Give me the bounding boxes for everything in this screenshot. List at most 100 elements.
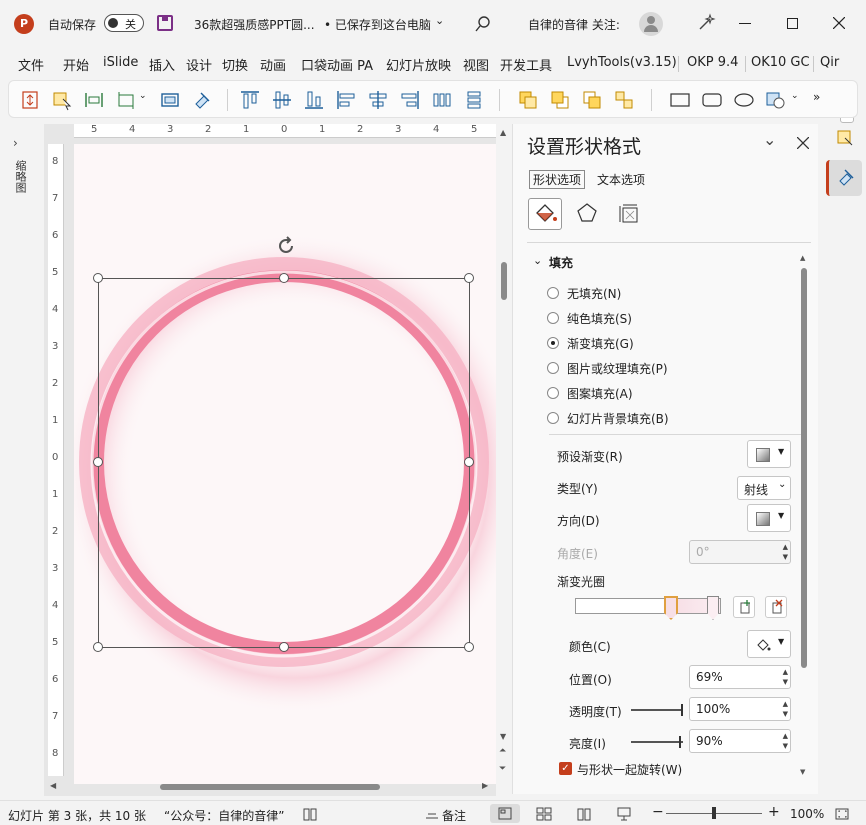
oval-shape-icon[interactable]: [733, 89, 755, 111]
resize-handle[interactable]: [93, 457, 103, 467]
size-properties-icon[interactable]: [617, 202, 641, 226]
effects-pentagon-icon[interactable]: [576, 202, 598, 224]
scrollbar-right-icon[interactable]: ▶: [482, 781, 488, 790]
designer-wand-icon[interactable]: [696, 13, 716, 33]
minimize-icon[interactable]: [739, 23, 751, 24]
spinner-icon[interactable]: ▲ ▼: [783, 731, 788, 751]
preset-gradient-dropdown[interactable]: ▼: [747, 440, 791, 468]
search-icon[interactable]: [474, 15, 492, 33]
chevron-down-icon[interactable]: ⌄: [139, 91, 147, 101]
tab-islide[interactable]: iSlide: [103, 55, 138, 70]
autosave-toggle[interactable]: 关: [104, 14, 144, 32]
option-gradient-fill[interactable]: 渐变填充(G): [567, 335, 634, 352]
tab-lvyhtools[interactable]: LvyhTools(v3.15): [567, 55, 677, 70]
option-no-fill[interactable]: 无填充(N): [567, 285, 621, 302]
option-solid-fill[interactable]: 纯色填充(S): [567, 310, 632, 327]
gradient-type-select[interactable]: 射线 ⌄: [737, 476, 791, 500]
accessibility-book-icon[interactable]: [302, 806, 318, 822]
bring-forward-icon[interactable]: [517, 89, 539, 111]
slider-thumb[interactable]: [679, 736, 681, 748]
slideshow-icon[interactable]: [616, 806, 632, 822]
scrollbar-up-icon[interactable]: ▲: [800, 254, 805, 262]
text-box-icon[interactable]: [19, 89, 41, 111]
group-icon[interactable]: [613, 89, 635, 111]
tab-developer[interactable]: 开发工具: [500, 55, 552, 74]
gradient-stop-handle[interactable]: [664, 596, 678, 620]
pane-scrollbar[interactable]: ▲ ▼: [799, 254, 809, 778]
radio-solid-fill[interactable]: [547, 312, 559, 324]
align-center-icon[interactable]: [367, 89, 389, 111]
scrollbar-down-icon[interactable]: ▼: [500, 732, 506, 741]
tab-ok10[interactable]: OK10 GC: [751, 55, 810, 70]
section-fill-title[interactable]: 填充: [549, 254, 573, 271]
maximize-icon[interactable]: [787, 18, 798, 29]
option-background-fill[interactable]: 幻灯片背景填充(B): [567, 410, 669, 427]
rotate-with-shape-checkbox[interactable]: ✓: [559, 762, 572, 775]
tab-pocket-animation[interactable]: 口袋动画 PA: [301, 55, 373, 74]
resize-handle[interactable]: [464, 642, 474, 652]
tab-insert[interactable]: 插入: [149, 55, 175, 74]
radio-picture-fill[interactable]: [547, 362, 559, 374]
selection-pane-icon[interactable]: [835, 128, 855, 148]
tab-design[interactable]: 设计: [186, 55, 212, 74]
tab-okp[interactable]: OKP 9.4: [687, 55, 738, 70]
slider-thumb[interactable]: [681, 704, 683, 716]
zoom-out-icon[interactable]: −: [652, 804, 664, 820]
scrollbar-thumb[interactable]: [801, 268, 807, 668]
scrollbar-left-icon[interactable]: ◀: [50, 781, 56, 790]
scrollbar-up-icon[interactable]: ▲: [500, 128, 506, 137]
tab-animations[interactable]: 动画: [260, 55, 286, 74]
tab-file[interactable]: 文件: [18, 55, 44, 74]
rotate-handle-icon[interactable]: [274, 234, 298, 258]
zoom-slider[interactable]: [666, 807, 762, 819]
rounded-rectangle-shape-icon[interactable]: [701, 89, 723, 111]
zoom-slider-thumb[interactable]: [712, 807, 716, 819]
spinner-icon[interactable]: ▲ ▼: [783, 667, 788, 687]
brightness-input[interactable]: 90% ▲ ▼: [689, 729, 791, 753]
avatar[interactable]: [639, 12, 663, 36]
gradient-stops-bar[interactable]: [575, 598, 721, 614]
select-shape-icon[interactable]: [51, 89, 73, 111]
position-input[interactable]: 69% ▲ ▼: [689, 665, 791, 689]
zoom-level[interactable]: 100%: [790, 807, 824, 821]
distribute-vertical-icon[interactable]: [463, 89, 485, 111]
resize-handle[interactable]: [93, 273, 103, 283]
send-backward-icon[interactable]: [549, 89, 571, 111]
save-icon[interactable]: [157, 15, 173, 31]
radio-no-fill[interactable]: [547, 287, 559, 299]
remove-gradient-stop-button[interactable]: [765, 596, 787, 618]
tab-shape-options[interactable]: 形状选项: [529, 170, 586, 189]
scrollbar-thumb[interactable]: [160, 784, 380, 790]
more-tools-icon[interactable]: »: [813, 90, 820, 104]
pane-close-icon[interactable]: [797, 137, 809, 149]
slide-sorter-icon[interactable]: [536, 807, 552, 821]
format-painter-icon[interactable]: [191, 89, 213, 111]
resize-handle[interactable]: [93, 642, 103, 652]
frame-icon[interactable]: [159, 89, 181, 111]
normal-view-button[interactable]: [490, 804, 520, 823]
fill-line-tab[interactable]: [528, 198, 562, 230]
tab-view[interactable]: 视图: [463, 55, 489, 74]
align-top-icon[interactable]: [239, 89, 261, 111]
radio-gradient-fill[interactable]: [547, 337, 559, 349]
user-name[interactable]: 自律的音律 关注:: [528, 16, 620, 33]
expand-chevron-icon[interactable]: ›: [13, 136, 18, 150]
shape-selection-box[interactable]: [98, 278, 470, 648]
notes-icon[interactable]: [424, 806, 440, 822]
save-status[interactable]: • 已保存到这台电脑: [324, 16, 431, 33]
chevron-down-icon[interactable]: ⌄: [435, 14, 444, 27]
fit-slide-icon[interactable]: [834, 806, 850, 822]
section-fill-chevron-icon[interactable]: ⌄: [533, 254, 542, 267]
resize-handle[interactable]: [279, 273, 289, 283]
align-middle-icon[interactable]: [271, 89, 293, 111]
tab-slideshow[interactable]: 幻灯片放映: [386, 55, 451, 74]
align-left-icon[interactable]: [335, 89, 357, 111]
gradient-stop-handle[interactable]: [707, 596, 719, 620]
reading-view-icon[interactable]: [576, 806, 592, 822]
chevron-down-icon[interactable]: ⌄: [791, 91, 799, 101]
brightness-slider[interactable]: [631, 736, 683, 748]
resize-handle[interactable]: [279, 642, 289, 652]
align-right-icon[interactable]: [399, 89, 421, 111]
spinner-icon[interactable]: ▲ ▼: [783, 699, 788, 719]
vertical-scrollbar[interactable]: ▲ ▼ ⏶ ⏷: [498, 124, 510, 792]
